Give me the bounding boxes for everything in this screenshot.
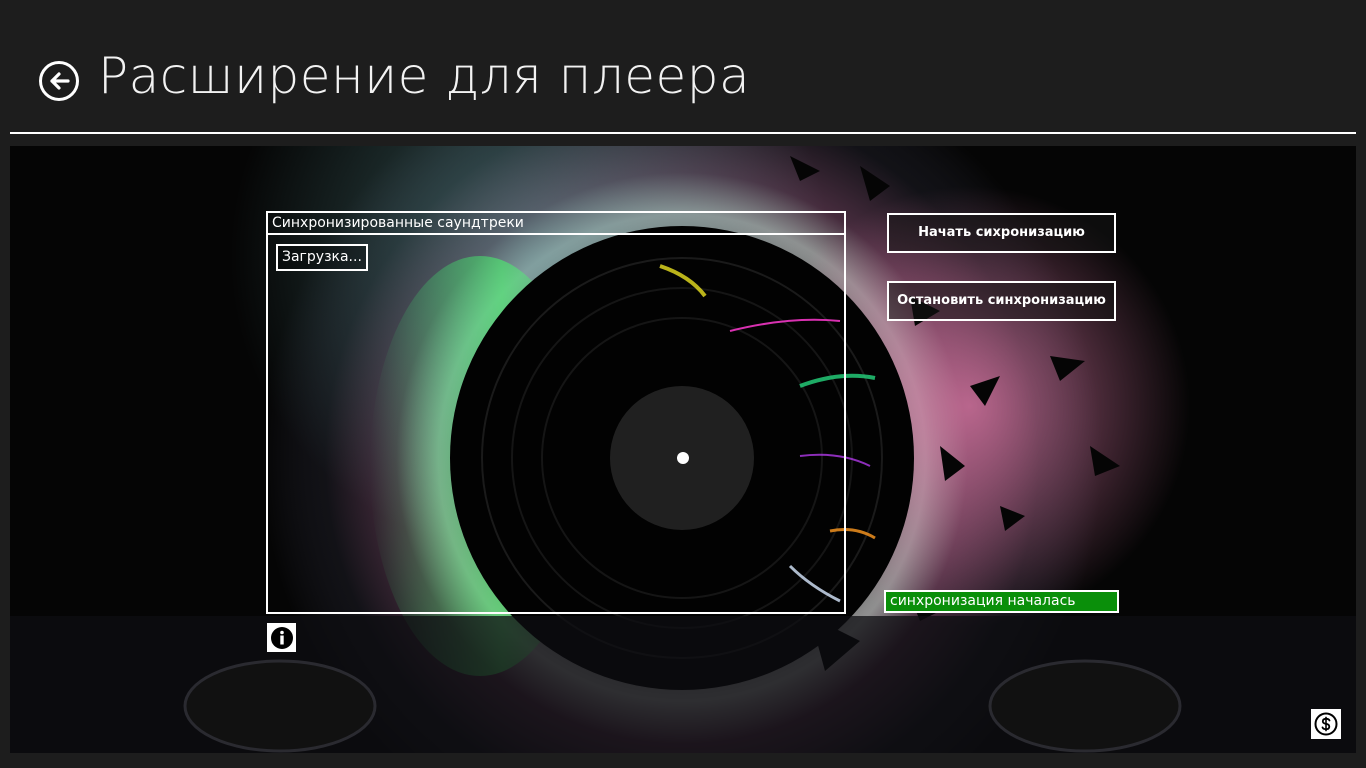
title-divider bbox=[10, 132, 1356, 134]
page-title: Расширение для плеера bbox=[98, 47, 751, 105]
status-message: синхронизация началась bbox=[884, 590, 1119, 613]
loading-indicator: Загрузка... bbox=[276, 244, 368, 271]
donate-button[interactable] bbox=[1311, 709, 1341, 739]
stop-sync-button[interactable]: Остановить синхронизацию bbox=[887, 281, 1116, 321]
dollar-icon bbox=[1314, 712, 1338, 736]
synced-tracks-panel: Синхронизированные саундтреки Загрузка..… bbox=[266, 211, 846, 614]
back-arrow-icon bbox=[50, 72, 70, 90]
panel-title: Синхронизированные саундтреки bbox=[268, 213, 844, 235]
app-header: Расширение для плеера bbox=[0, 0, 1366, 134]
back-button[interactable] bbox=[39, 61, 79, 101]
start-sync-button[interactable]: Начать сихронизацию bbox=[887, 213, 1116, 253]
info-icon bbox=[270, 626, 293, 649]
info-button[interactable] bbox=[267, 623, 296, 652]
